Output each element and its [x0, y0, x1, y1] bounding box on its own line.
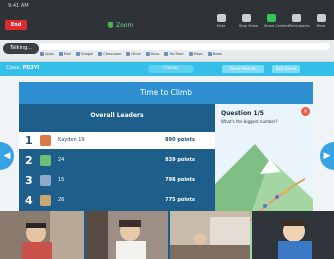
leaderboard-row: 1 Kayden 19 890 points [19, 132, 215, 149]
previous-arrow-button[interactable]: ◀ [0, 142, 14, 170]
address-bar[interactable] [31, 42, 330, 50]
bookmark[interactable]: Maps [189, 52, 203, 56]
avatar [40, 155, 51, 166]
status-time: 9:41 AM [8, 3, 29, 9]
close-icon[interactable]: × [301, 107, 310, 116]
bookmark[interactable]: Apps [40, 52, 54, 56]
url-row [4, 42, 330, 50]
rank: 3 [25, 174, 33, 187]
rank: 2 [25, 154, 33, 167]
question-text: What's the biggest number? [221, 119, 278, 124]
player-points: 798 points [165, 177, 195, 183]
video-strip [0, 211, 334, 259]
next-arrow-button[interactable]: ▶ [320, 142, 334, 170]
bookmark[interactable]: Docs [146, 52, 160, 56]
participant-video[interactable] [252, 211, 334, 259]
stop-video-label: Stop Video [239, 24, 258, 28]
player-name: 24 [58, 157, 65, 163]
participant-image [170, 211, 250, 259]
participant-video[interactable] [170, 211, 250, 259]
leaderboard-title: Overall Leaders [90, 112, 144, 119]
microphone-icon [216, 14, 226, 22]
player-name: Kayden 19 [58, 137, 85, 143]
share-screen-icon [266, 14, 276, 22]
player-name: 26 [58, 197, 65, 203]
meeting-title-label: Zoom [116, 22, 134, 29]
mute-label: Mute [216, 24, 226, 28]
bookmark[interactable]: Drive [126, 52, 140, 56]
participants-label: Participants [289, 24, 310, 28]
stop-video-button[interactable]: Stop Video [239, 14, 258, 28]
exit-game-button[interactable]: Exit Game [272, 65, 300, 73]
zoom-tools: Mute Stop Video Share Content Participan… [214, 14, 328, 28]
avatar [40, 175, 51, 186]
end-meeting-button[interactable]: End [5, 20, 27, 30]
zoom-toolbar: 9:41 AM End Zoom Mute Stop Video Share C… [0, 0, 334, 40]
shield-icon [108, 22, 113, 28]
bookmark[interactable]: Google [76, 52, 93, 56]
player-points: 775 points [165, 197, 195, 203]
bookmark[interactable]: Classroom [98, 52, 121, 56]
video-camera-icon [241, 14, 251, 22]
talking-badge: Talking... [3, 43, 39, 54]
rank: 4 [25, 194, 33, 207]
bookmarks-bar: Apps Mail Google Classroom Drive Docs Yo… [40, 52, 222, 56]
leaderboard-row: 3 15 798 points [19, 172, 215, 189]
share-content-button[interactable]: Share Content [264, 14, 290, 28]
participants-icon [291, 14, 301, 22]
avatar [40, 135, 51, 146]
participant-video[interactable] [86, 211, 168, 259]
question-title: Question 1/5 [221, 110, 264, 117]
more-label: More [316, 24, 326, 28]
class-label: Class: PD3YI [6, 65, 39, 71]
leaderboard-row: 2 24 839 points [19, 152, 215, 169]
player-name: 15 [58, 177, 65, 183]
participant-image [252, 211, 334, 259]
browser-chrome: Apps Mail Google Classroom Drive Docs Yo… [0, 40, 334, 62]
share-content-label: Share Content [264, 24, 290, 28]
participant-video[interactable] [0, 211, 84, 259]
participant-image [86, 211, 168, 259]
rank: 1 [25, 134, 33, 147]
game-title: Time to Climb [19, 82, 313, 104]
mute-button[interactable]: Mute [214, 14, 228, 28]
app-header: Class: PD3YI Classic Share Results Exit … [0, 62, 334, 76]
meeting-title: Zoom [108, 22, 133, 29]
more-button[interactable]: More [314, 14, 328, 28]
mode-pill[interactable]: Classic [148, 65, 194, 73]
leaderboard-row: 4 26 775 points [19, 192, 215, 209]
bookmark[interactable]: News [208, 52, 222, 56]
participant-image [0, 211, 84, 259]
participants-button[interactable]: Participants [289, 14, 310, 28]
more-icon [316, 14, 326, 22]
player-points: 890 points [165, 137, 195, 143]
class-name: PD3YI [22, 65, 40, 71]
bookmark[interactable]: YouTube [164, 52, 183, 56]
class-prefix: Class: [6, 65, 21, 71]
player-points: 839 points [165, 157, 195, 163]
share-results-button[interactable]: Share Results [222, 65, 264, 73]
avatar [40, 195, 51, 206]
bookmark[interactable]: Mail [59, 52, 71, 56]
